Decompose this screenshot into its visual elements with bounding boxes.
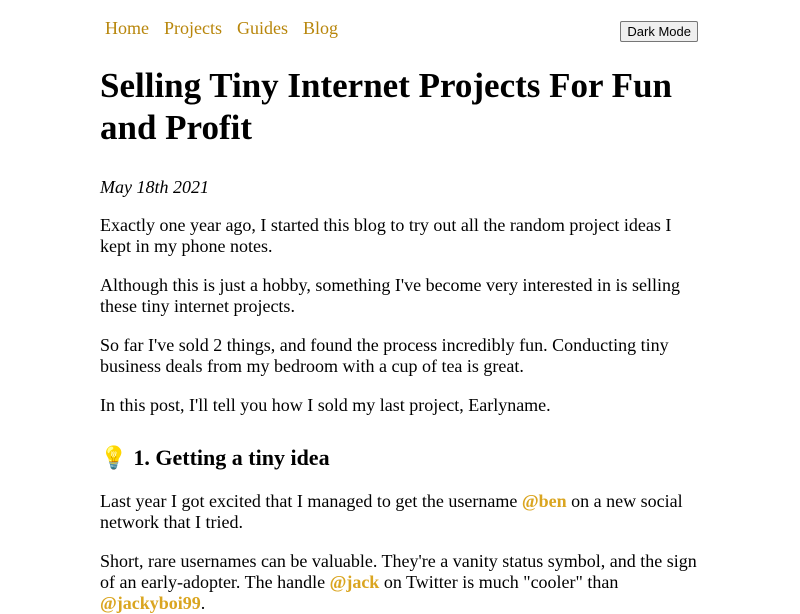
page-title: Selling Tiny Internet Projects For Fun a… bbox=[100, 66, 672, 147]
text-segment: . bbox=[200, 593, 206, 613]
nav-link-home[interactable]: Home bbox=[105, 16, 149, 40]
dark-mode-button[interactable]: Dark Mode bbox=[620, 21, 698, 42]
post-date: May 18th 2021 bbox=[100, 177, 209, 197]
nav-link-blog[interactable]: Blog bbox=[303, 16, 338, 40]
handle-link-jack[interactable]: @jack bbox=[330, 572, 380, 592]
handle-link-jackyboi99[interactable]: @jackyboi99 bbox=[100, 593, 201, 613]
paragraph-intro-2: Although this is just a hobby, something… bbox=[100, 275, 680, 316]
handle-link-ben[interactable]: @ben bbox=[522, 491, 567, 511]
text-segment: Last year I got excited that I managed t… bbox=[100, 491, 522, 511]
paragraph-rare-usernames: Short, rare usernames can be valuable. T… bbox=[100, 551, 700, 614]
top-bar: Home Projects Guides Blog Dark Mode bbox=[100, 16, 700, 58]
article: Selling Tiny Internet Projects For Fun a… bbox=[100, 65, 700, 614]
section-heading-text: 1. Getting a tiny idea bbox=[133, 445, 330, 470]
main-nav: Home Projects Guides Blog bbox=[100, 16, 338, 40]
page: Home Projects Guides Blog Dark Mode Sell… bbox=[100, 0, 700, 614]
text-segment: on Twitter is much "cooler" than bbox=[379, 572, 619, 592]
paragraph-intro-4: In this post, I'll tell you how I sold m… bbox=[100, 395, 551, 415]
nav-link-guides[interactable]: Guides bbox=[237, 16, 288, 40]
paragraph-username: Last year I got excited that I managed t… bbox=[100, 491, 700, 533]
nav-link-projects[interactable]: Projects bbox=[164, 16, 222, 40]
section-heading-getting-idea: 💡 1. Getting a tiny idea bbox=[100, 444, 700, 473]
lightbulb-icon: 💡 bbox=[100, 446, 128, 471]
paragraph-intro-3: So far I've sold 2 things, and found the… bbox=[100, 335, 669, 376]
paragraph-intro-1: Exactly one year ago, I started this blo… bbox=[100, 215, 672, 256]
